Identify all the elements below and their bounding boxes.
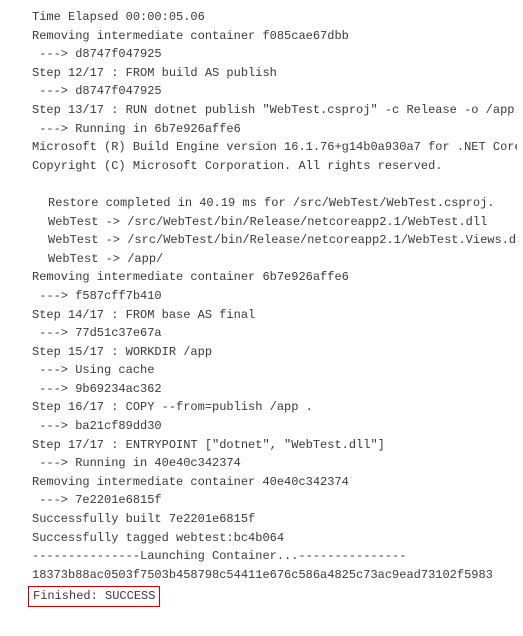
log-line: Step 12/17 : FROM build AS publish [6, 64, 517, 83]
log-line: Removing intermediate container 6b7e926a… [6, 268, 517, 287]
log-line: Successfully tagged webtest:bc4b064 [6, 529, 517, 548]
log-line: Removing intermediate container 40e40c34… [6, 473, 517, 492]
log-line: Microsoft (R) Build Engine version 16.1.… [6, 138, 517, 157]
log-line: Restore completed in 40.19 ms for /src/W… [6, 194, 517, 213]
log-line [6, 175, 517, 194]
log-line: WebTest -> /src/WebTest/bin/Release/netc… [6, 213, 517, 232]
log-line: Step 17/17 : ENTRYPOINT ["dotnet", "WebT… [6, 436, 517, 455]
build-log-output: Time Elapsed 00:00:05.06Removing interme… [6, 8, 517, 584]
log-line: WebTest -> /app/ [6, 250, 517, 269]
log-line: Copyright (C) Microsoft Corporation. All… [6, 157, 517, 176]
log-line: Removing intermediate container f085cae6… [6, 27, 517, 46]
log-line: ---> 9b69234ac362 [6, 380, 517, 399]
log-line: ---> f587cff7b410 [6, 287, 517, 306]
log-line: ---> Using cache [6, 361, 517, 380]
log-line: Step 14/17 : FROM base AS final [6, 306, 517, 325]
log-line: ---> Running in 40e40c342374 [6, 454, 517, 473]
log-line: ---------------Launching Container...---… [6, 547, 517, 566]
log-line: WebTest -> /src/WebTest/bin/Release/netc… [6, 231, 517, 250]
log-line: Successfully built 7e2201e6815f [6, 510, 517, 529]
log-line: Step 15/17 : WORKDIR /app [6, 343, 517, 362]
finished-status: Finished: SUCCESS [28, 586, 160, 607]
log-line: ---> d8747f047925 [6, 45, 517, 64]
log-line: Step 16/17 : COPY --from=publish /app . [6, 398, 517, 417]
log-line: Time Elapsed 00:00:05.06 [6, 8, 517, 27]
log-line: ---> Running in 6b7e926affe6 [6, 120, 517, 139]
log-line: ---> 77d51c37e67a [6, 324, 517, 343]
log-line: ---> d8747f047925 [6, 82, 517, 101]
log-line: ---> 7e2201e6815f [6, 491, 517, 510]
log-line: ---> ba21cf89dd30 [6, 417, 517, 436]
log-line: 18373b88ac0503f7503b458798c54411e676c586… [6, 566, 517, 585]
log-line: Step 13/17 : RUN dotnet publish "WebTest… [6, 101, 517, 120]
